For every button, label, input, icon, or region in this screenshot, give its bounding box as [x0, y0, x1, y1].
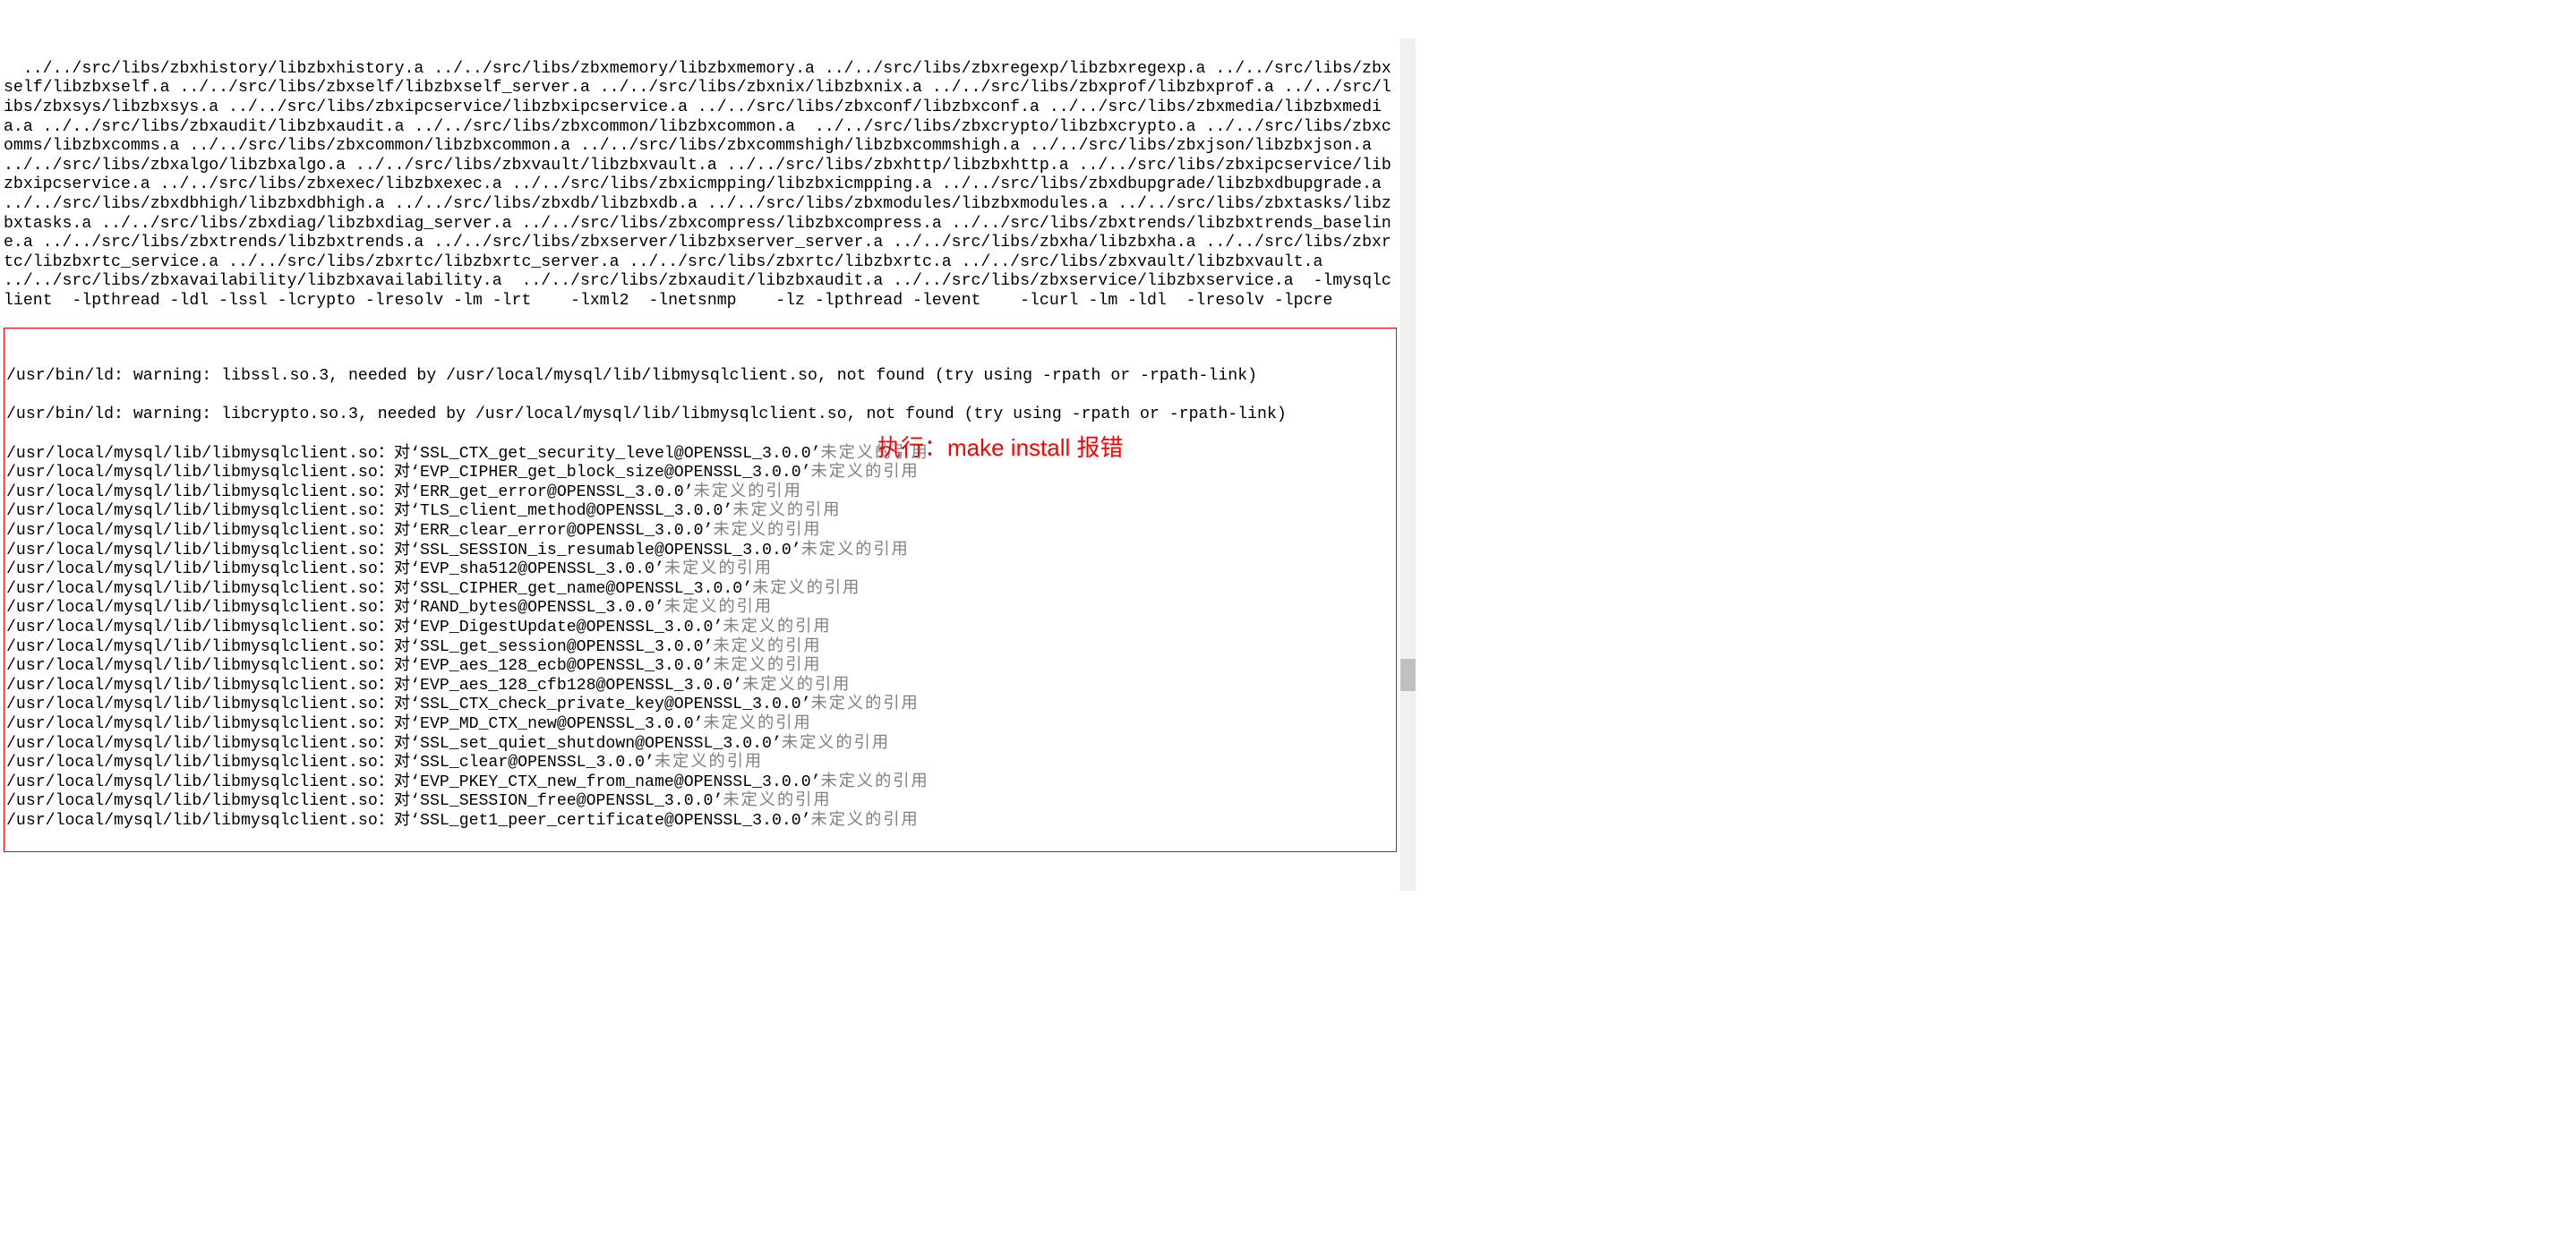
linker-error-line: /usr/local/mysql/lib/libmysqlclient.so：对…: [6, 754, 1394, 773]
ld-warning-2: /usr/bin/ld: warning: libcrypto.so.3, ne…: [6, 406, 1394, 425]
linker-error-line: /usr/local/mysql/lib/libmysqlclient.so：对…: [6, 580, 1394, 600]
linker-error-line: /usr/local/mysql/lib/libmysqlclient.so：对…: [6, 599, 1394, 619]
linker-error-line: /usr/local/mysql/lib/libmysqlclient.so：对…: [6, 445, 1394, 465]
linker-error-line: /usr/local/mysql/lib/libmysqlclient.so：对…: [6, 735, 1394, 755]
error-output-box: 执行：make install 报错 /usr/bin/ld: warning:…: [4, 328, 1397, 852]
compile-output-top: ../../src/libs/zbxhistory/libzbxhistory.…: [4, 60, 1397, 312]
linker-error-line: /usr/local/mysql/lib/libmysqlclient.so：对…: [6, 522, 1394, 542]
linker-error-line: /usr/local/mysql/lib/libmysqlclient.so：对…: [6, 560, 1394, 580]
linker-errors: /usr/local/mysql/lib/libmysqlclient.so：对…: [6, 445, 1394, 832]
linker-error-line: /usr/local/mysql/lib/libmysqlclient.so：对…: [6, 638, 1394, 658]
linker-error-line: /usr/local/mysql/lib/libmysqlclient.so：对…: [6, 502, 1394, 522]
linker-error-line: /usr/local/mysql/lib/libmysqlclient.so：对…: [6, 657, 1394, 677]
linker-error-line: /usr/local/mysql/lib/libmysqlclient.so：对…: [6, 619, 1394, 638]
linker-error-line: /usr/local/mysql/lib/libmysqlclient.so：对…: [6, 483, 1394, 503]
linker-error-line: /usr/local/mysql/lib/libmysqlclient.so：对…: [6, 715, 1394, 735]
linker-error-line: /usr/local/mysql/lib/libmysqlclient.so：对…: [6, 773, 1394, 793]
linker-error-line: /usr/local/mysql/lib/libmysqlclient.so：对…: [6, 696, 1394, 715]
linker-error-line: /usr/local/mysql/lib/libmysqlclient.so：对…: [6, 812, 1394, 832]
linker-error-line: /usr/local/mysql/lib/libmysqlclient.so：对…: [6, 464, 1394, 483]
linker-error-line: /usr/local/mysql/lib/libmysqlclient.so：对…: [6, 677, 1394, 696]
linker-error-line: /usr/local/mysql/lib/libmysqlclient.so：对…: [6, 792, 1394, 812]
scrollbar-track[interactable]: [1400, 38, 1416, 891]
ld-warning-1: /usr/bin/ld: warning: libssl.so.3, neede…: [6, 367, 1394, 387]
scrollbar-thumb[interactable]: [1400, 659, 1416, 691]
linker-error-line: /usr/local/mysql/lib/libmysqlclient.so：对…: [6, 542, 1394, 561]
